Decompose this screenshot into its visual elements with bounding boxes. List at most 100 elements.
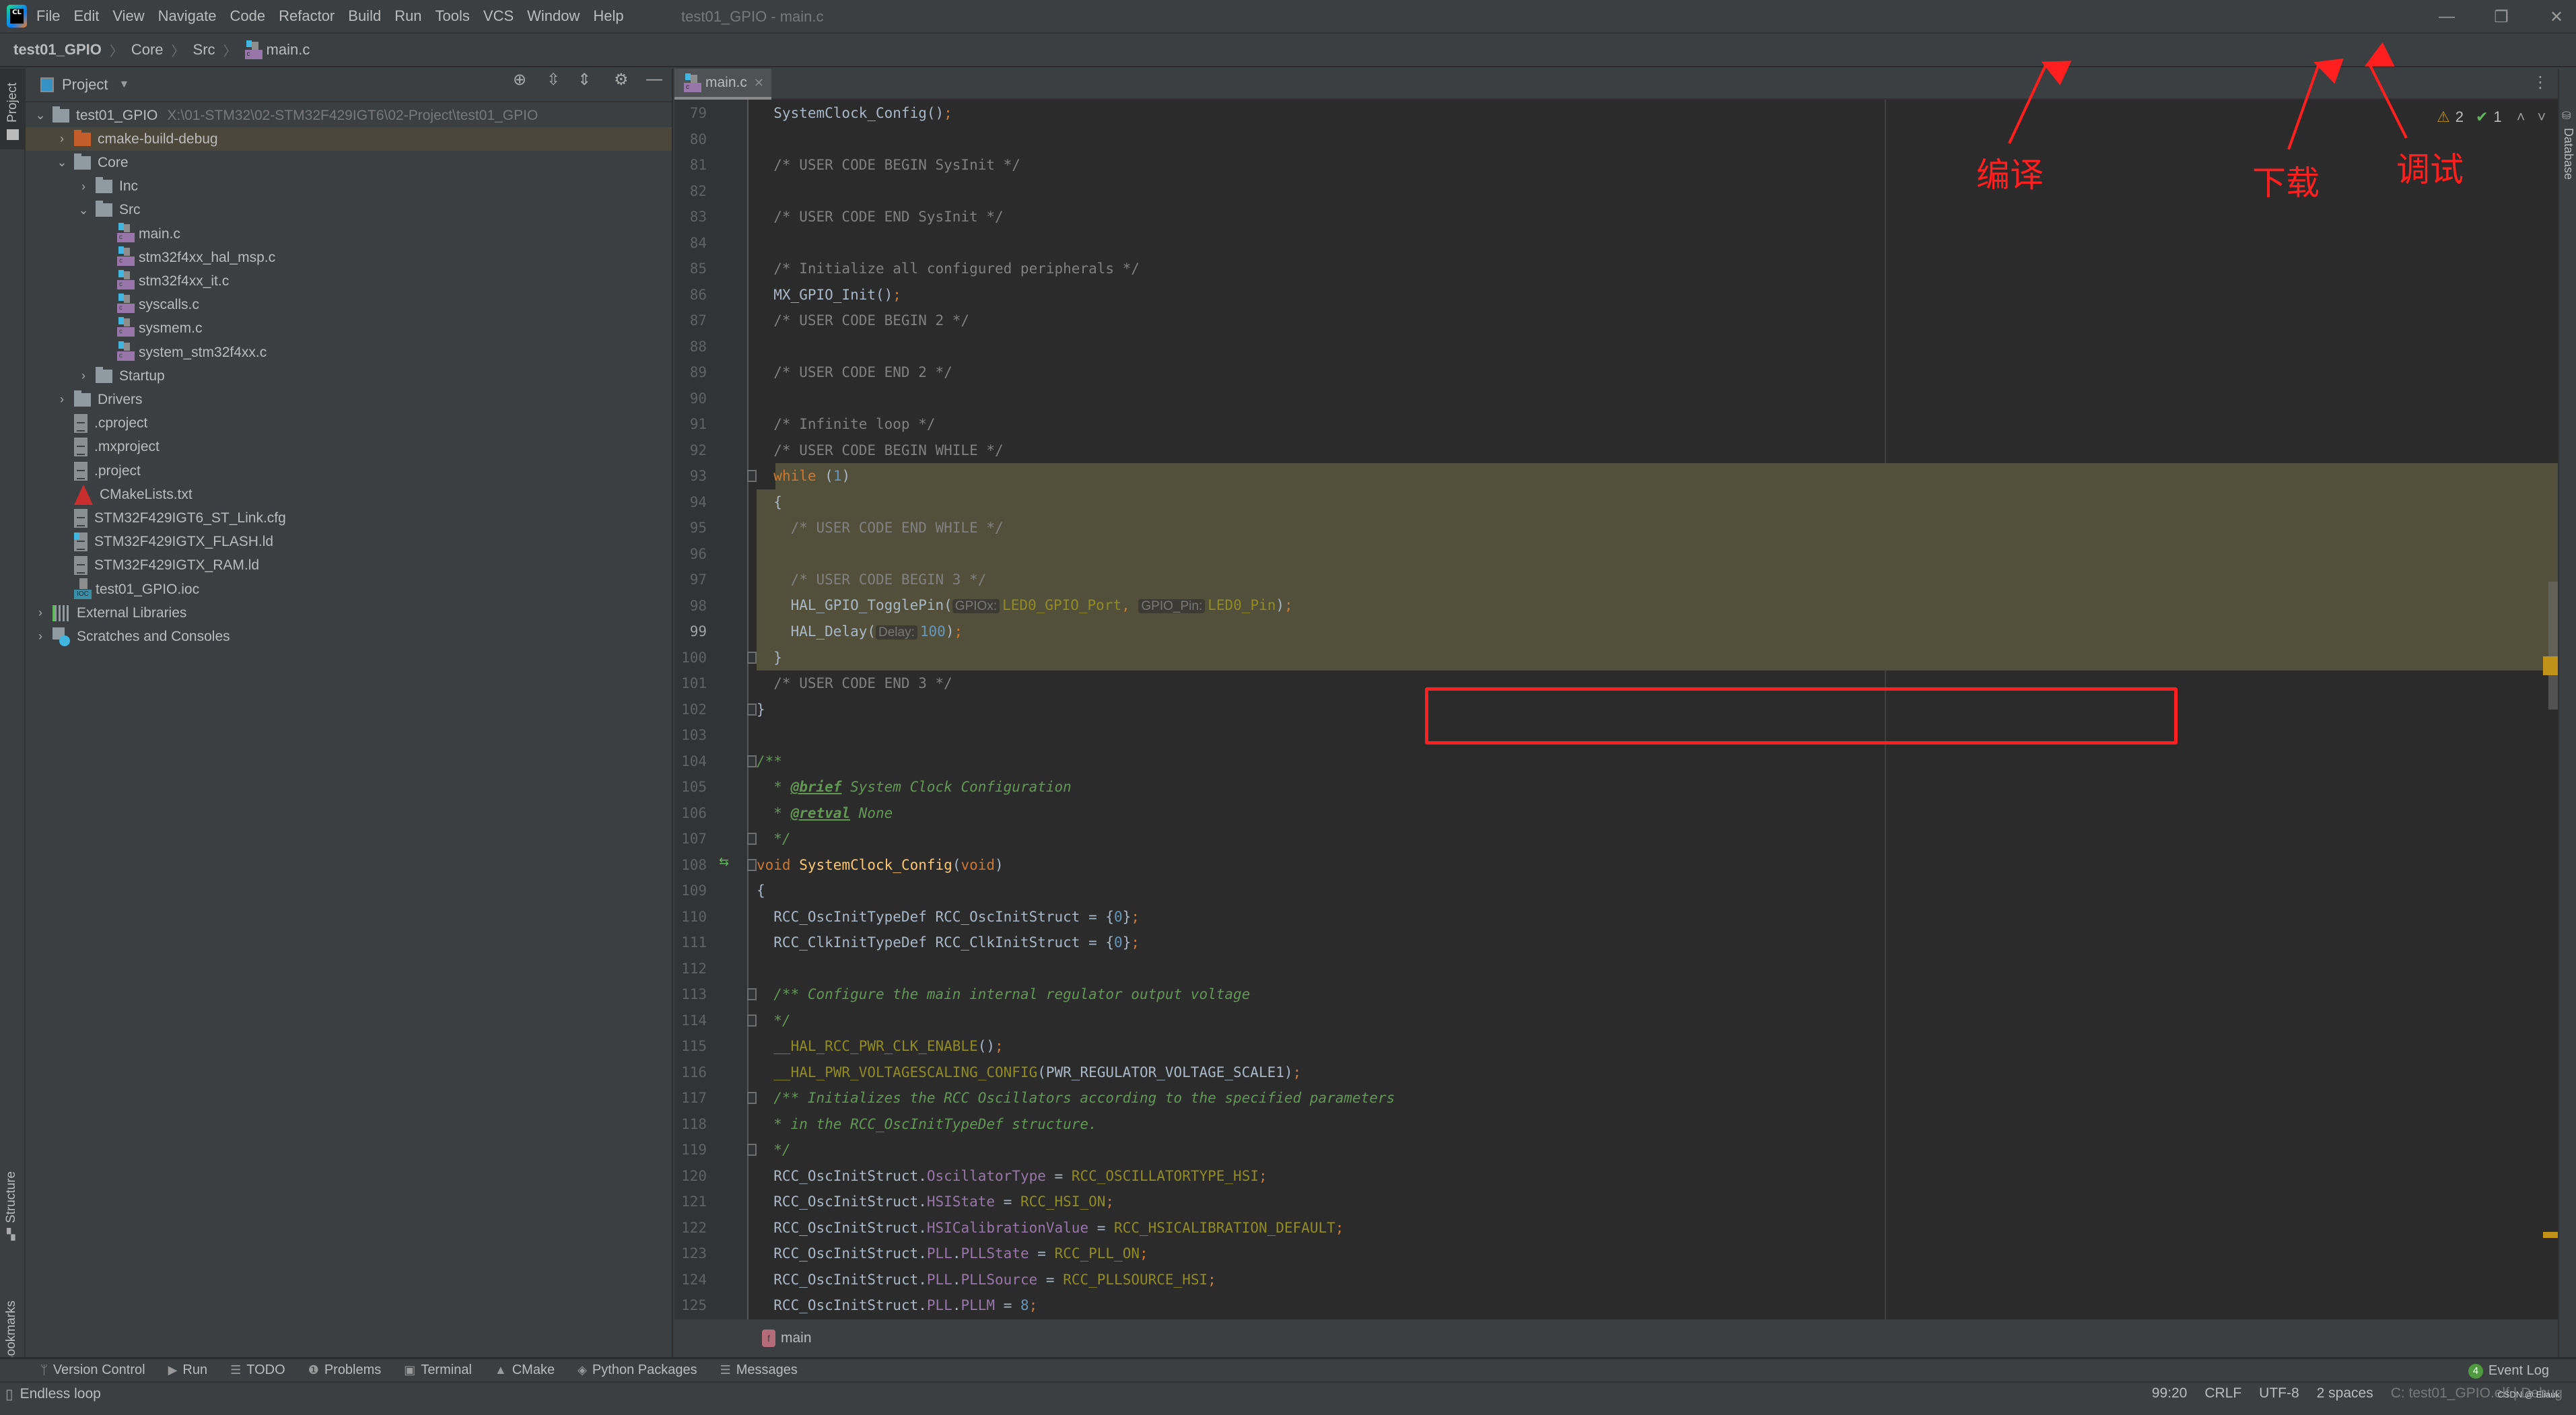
tree-item[interactable]: › Drivers (26, 388, 672, 411)
tool-python-packages[interactable]: ◈ Python Packages (578, 1362, 697, 1378)
menu-edit[interactable]: Edit (73, 7, 99, 25)
code-line[interactable]: 101 /* USER CODE END 3 */ (674, 670, 2558, 697)
menu-window[interactable]: Window (527, 7, 580, 25)
breadcrumb-function[interactable]: main (781, 1330, 812, 1346)
code-line[interactable]: 103 (674, 722, 2558, 749)
code-line[interactable]: 102} (674, 697, 2558, 723)
code-line[interactable]: 104 /** (674, 749, 2558, 775)
code-line[interactable]: 92 /* USER CODE BEGIN WHILE */ (674, 438, 2558, 464)
chevron-down-icon[interactable]: ⌄ (55, 156, 69, 170)
menu-build[interactable]: Build (348, 7, 381, 25)
breadcrumb-core[interactable]: Core (131, 41, 164, 59)
code-line[interactable]: 91 /* Infinite loop */ (674, 411, 2558, 438)
project-view-selector[interactable]: Project (62, 76, 108, 94)
tool-version-control[interactable]: ᛘ Version Control (40, 1362, 145, 1378)
next-highlight-icon[interactable]: ˅ (2538, 108, 2546, 126)
tree-item[interactable]: c stm32f4xx_hal_msp.c (26, 246, 672, 269)
code-line[interactable]: 110 RCC_OscInitTypeDef RCC_OscInitStruct… (674, 904, 2558, 930)
code-line[interactable]: 85 /* Initialize all configured peripher… (674, 256, 2558, 282)
breadcrumb-file[interactable]: main.c (267, 41, 310, 59)
code-line[interactable]: 95 /* USER CODE END WHILE */ (674, 515, 2558, 541)
menu-refactor[interactable]: Refactor (279, 7, 335, 25)
previous-highlight-icon[interactable]: ˄ (2517, 108, 2526, 126)
close-button[interactable]: ✕ (2543, 7, 2570, 27)
code-line[interactable]: 79 SystemClock_Config(); (674, 100, 2558, 127)
tree-item[interactable]: ⌄ Src (26, 199, 672, 222)
tree-item[interactable]: ⌄ test01_GPIO X:\01-STM32\02-STM32F429IGT6… (26, 104, 672, 127)
code-line[interactable]: 98 HAL_GPIO_TogglePin(GPIOx: LED0_GPIO_Po… (674, 592, 2558, 619)
tree-item[interactable]: CMakeLists.txt (26, 483, 672, 506)
menu-view[interactable]: View (112, 7, 144, 25)
tool-messages[interactable]: ☰ Messages (720, 1362, 798, 1378)
code-line[interactable]: 123 RCC_OscInitStruct.PLL.PLLState = RCC… (674, 1241, 2558, 1267)
code-line[interactable]: 97 /* USER CODE BEGIN 3 */ (674, 567, 2558, 593)
tree-item[interactable]: c sysmem.c (26, 317, 672, 341)
code-line[interactable]: 116 __HAL_PWR_VOLTAGESCALING_CONFIG(PWR_… (674, 1060, 2558, 1086)
expand-all-icon[interactable]: ⇳ (547, 70, 560, 90)
code-line[interactable]: 93 while (1) (674, 463, 2558, 489)
code-line[interactable]: 80 (674, 127, 2558, 153)
caret-position[interactable]: 99:20 (2152, 1385, 2188, 1402)
tree-item[interactable]: .cproject (26, 412, 672, 436)
menu-file[interactable]: File (36, 7, 60, 25)
code-line[interactable]: 83 /* USER CODE END SysInit */ (674, 204, 2558, 230)
tab-main-c[interactable]: c main.c ✕ (674, 69, 771, 100)
close-tab-icon[interactable]: ✕ (754, 76, 764, 90)
code-line[interactable]: 122 RCC_OscInitStruct.HSICalibrationValu… (674, 1215, 2558, 1241)
stripe-database-button[interactable]: ⛁ Database (2559, 109, 2576, 230)
tool-terminal[interactable]: ▣ Terminal (404, 1362, 472, 1378)
stripe-project-button[interactable]: Project (0, 69, 26, 149)
line-separator[interactable]: CRLF (2204, 1385, 2241, 1402)
warning-marker[interactable] (2543, 1232, 2559, 1238)
collapse-all-icon[interactable]: ⇕ (578, 70, 591, 90)
inspection-widget[interactable]: ⚠ 2 ✔ 1 ˄ ˅ (2437, 108, 2546, 127)
tree-item[interactable]: STM32F429IGTX_RAM.ld (26, 554, 672, 578)
code-line[interactable]: 125 RCC_OscInitStruct.PLL.PLLM = 8; (674, 1292, 2558, 1319)
menu-vcs[interactable]: VCS (483, 7, 514, 25)
breadcrumb-src[interactable]: Src (193, 41, 215, 59)
code-line[interactable]: 113 /** Configure the main internal regu… (674, 981, 2558, 1008)
indent-setting[interactable]: 2 spaces (2317, 1385, 2373, 1402)
chevron-right-icon[interactable]: › (77, 369, 90, 383)
code-line[interactable]: 108 void SystemClock_Config(void) (674, 852, 2558, 878)
tree-item[interactable]: IOC test01_GPIO.ioc (26, 578, 672, 601)
menu-code[interactable]: Code (230, 7, 266, 25)
menu-navigate[interactable]: Navigate (158, 7, 217, 25)
tool-todo[interactable]: ☰ TODO (230, 1362, 285, 1378)
tree-item[interactable]: STM32F429IGT6_ST_Link.cfg (26, 506, 672, 530)
tree-item[interactable]: ⌄ Core (26, 151, 672, 174)
code-line[interactable]: 112 (674, 956, 2558, 982)
event-log-button[interactable]: 4 Event Log (2468, 1363, 2549, 1379)
restore-button[interactable]: ❐ (2488, 7, 2515, 27)
code-line[interactable]: 109 { (674, 878, 2558, 904)
code-line[interactable]: 100 } (674, 644, 2558, 670)
tree-item[interactable]: c stm32f4xx_it.c (26, 269, 672, 293)
code-line[interactable]: 105 * @brief System Clock Configuration (674, 774, 2558, 800)
chevron-right-icon[interactable]: › (77, 180, 90, 194)
warning-marker[interactable] (2543, 656, 2559, 675)
minimize-button[interactable]: — (2433, 7, 2460, 27)
menu-help[interactable]: Help (593, 7, 623, 25)
code-line[interactable]: 96 (674, 541, 2558, 567)
code-line[interactable]: 88 (674, 334, 2558, 360)
code-line[interactable]: 99 HAL_Delay(Delay: 100); (674, 619, 2558, 645)
code-line[interactable]: 121 RCC_OscInitStruct.HSIState = RCC_HSI… (674, 1189, 2558, 1215)
code-line[interactable]: 114 */ (674, 1008, 2558, 1034)
tree-item[interactable]: .project (26, 459, 672, 483)
code-line[interactable]: 119 */ (674, 1137, 2558, 1163)
file-encoding[interactable]: UTF-8 (2259, 1385, 2299, 1402)
tree-item[interactable]: c system_stm32f4xx.c (26, 341, 672, 364)
breadcrumb-project[interactable]: test01_GPIO (13, 41, 102, 59)
code-line[interactable]: 106 * @retval None (674, 800, 2558, 827)
tree-item[interactable]: › cmake-build-debug (26, 127, 672, 151)
chevron-down-icon[interactable]: ⌄ (34, 108, 47, 123)
tree-item[interactable]: c syscalls.c (26, 294, 672, 317)
editor-scrollbar-thumb[interactable] (2548, 582, 2558, 710)
code-line[interactable]: 84 (674, 230, 2558, 256)
tool-problems[interactable]: ❶ Problems (308, 1362, 382, 1378)
chevron-right-icon[interactable]: › (34, 606, 47, 620)
code-line[interactable]: 118 * in the RCC_OscInitTypeDef structur… (674, 1111, 2558, 1138)
more-tabs-kebab-icon[interactable]: ⋮ (2532, 73, 2548, 92)
code-line[interactable]: 111 RCC_ClkInitTypeDef RCC_ClkInitStruct… (674, 930, 2558, 956)
code-line[interactable]: 90 (674, 386, 2558, 412)
